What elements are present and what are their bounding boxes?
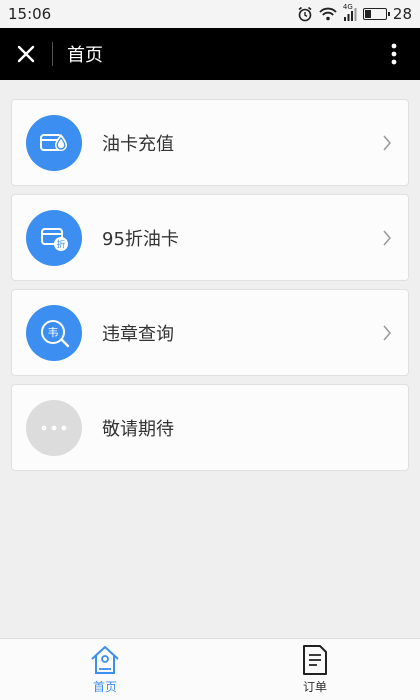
menu-item-label: 违章查询 [102, 323, 174, 345]
fuel-card-drop-icon [26, 114, 82, 171]
close-icon [17, 45, 35, 63]
menu-item-coming-soon: 敬请期待 [11, 384, 409, 471]
menu-item-label: 95折油卡 [102, 228, 179, 250]
nav-label: 订单 [302, 680, 327, 694]
discount-card-icon: 折 [26, 209, 82, 266]
menu-item-fuel-recharge[interactable]: 油卡充值 [11, 99, 409, 186]
bottom-nav: 首页 订单 [0, 638, 420, 700]
menu-item-discount-card[interactable]: 折 95折油卡 [11, 194, 409, 281]
close-button[interactable] [0, 28, 52, 80]
chevron-right-icon [383, 230, 391, 245]
nav-home[interactable]: 首页 [0, 639, 210, 700]
title-bar: 首页 [0, 28, 420, 80]
chevron-right-icon [383, 135, 391, 150]
battery-percent: 28 [392, 5, 412, 23]
battery-icon [362, 8, 390, 20]
battery-level [364, 10, 371, 18]
alarm-icon [297, 6, 313, 22]
nav-orders[interactable]: 订单 [210, 639, 420, 700]
title-divider [52, 42, 53, 66]
ellipsis-icon [26, 399, 82, 456]
status-time: 15:06 [8, 5, 52, 23]
menu-item-label: 油卡充值 [102, 133, 174, 155]
more-vertical-icon [391, 43, 397, 65]
status-icons: 4G 28 [297, 3, 412, 23]
wifi-icon [319, 7, 337, 21]
svg-text:韦: 韦 [48, 326, 59, 339]
more-button[interactable] [374, 28, 414, 80]
violation-search-icon: 韦 [26, 304, 82, 361]
menu-item-violation-query[interactable]: 韦 违章查询 [11, 289, 409, 376]
order-document-icon [303, 645, 327, 675]
network-type: 4G [342, 3, 353, 11]
svg-text:折: 折 [56, 238, 65, 250]
home-icon [91, 646, 119, 674]
signal-icon: 4G [343, 3, 357, 21]
menu-item-label: 敬请期待 [102, 418, 174, 440]
chevron-right-icon [383, 325, 391, 340]
page-title: 首页 [67, 45, 103, 66]
status-bar: 15:06 4G 28 [0, 0, 420, 28]
service-list: 油卡充值 折 95折油卡 韦 违章查询 敬请期待 [11, 99, 409, 479]
nav-label: 首页 [92, 680, 117, 694]
